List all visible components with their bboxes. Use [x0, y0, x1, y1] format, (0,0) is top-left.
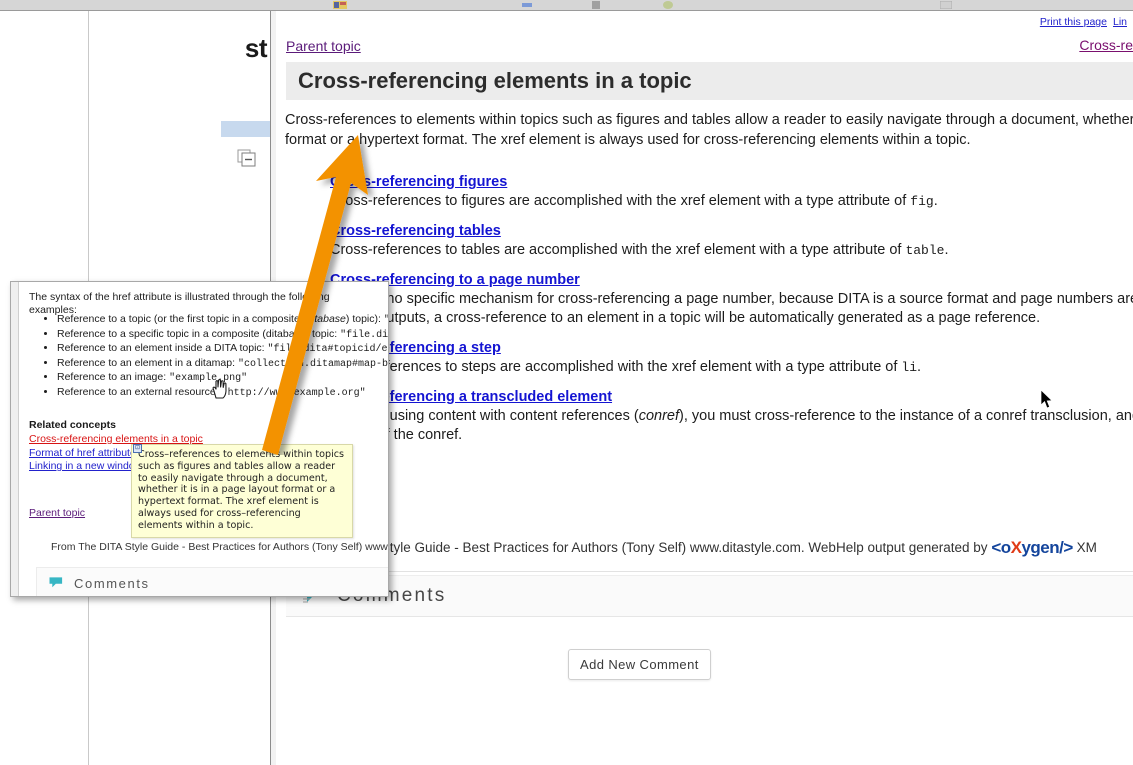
collapse-all-icon[interactable]: [237, 149, 257, 167]
subtopic-link-figures[interactable]: Cross-referencing figures: [330, 174, 507, 190]
bullet-text: Reference to an image:: [57, 371, 170, 383]
bullet-text: Reference to a topic (or the first topic…: [57, 313, 307, 325]
list-item: Reference to an element inside a DITA to…: [57, 342, 388, 357]
overlay-left-rail: [11, 282, 19, 596]
tree-selected-highlight[interactable]: [221, 121, 271, 137]
speech-bubble-icon: [49, 577, 63, 588]
oxygen-logo-part-2: X: [1010, 538, 1022, 557]
desc-text: There is no specific mechanism for cross…: [330, 291, 1133, 307]
screenshot-root: st Print this page Lin Cross-re Parent to…: [0, 0, 1133, 765]
page-title-bar: Cross-referencing elements in a topic: [286, 62, 1133, 100]
intro-paragraph: Cross-references to elements within topi…: [285, 110, 1133, 150]
subtopic-desc-transcluded: When re-using content with content refer…: [330, 407, 1133, 445]
subtopic-list: Cross-referencing figures Cross-referenc…: [285, 173, 1133, 456]
subtopic-item: Cross-referencing figures Cross-referenc…: [285, 173, 1133, 211]
page-icon[interactable]: [592, 1, 600, 9]
list-item: Reference to an element in a ditamap: "c…: [57, 356, 388, 372]
subtopic-link-tables[interactable]: Cross-referencing tables: [330, 223, 501, 239]
footer-text: From The DITA Style Guide - Best Practic…: [286, 540, 992, 555]
list-item: Reference to a topic (or the first topic…: [57, 313, 388, 328]
bullet-text: Reference to an element in a ditamap:: [57, 356, 238, 369]
desc-text: Cross-references to figures are accompli…: [330, 193, 911, 209]
print-this-page-link[interactable]: Print this page: [1040, 16, 1107, 28]
overlay-footer-text: From The DITA Style Guide - Best Practic…: [51, 541, 389, 553]
code-literal: li: [901, 360, 918, 375]
bullet-code: "collection.ditamap#map-bran: [237, 358, 388, 370]
subtopic-desc-step: Cross-references to steps are accomplish…: [330, 358, 1133, 377]
bullet-code: "file: [384, 315, 388, 326]
arrow-cursor: [1041, 390, 1053, 409]
utility-links: Print this page Lin: [1034, 16, 1127, 28]
hand-pointer-cursor: [212, 379, 227, 399]
bullet-text: Reference to a specific topic in a compo…: [57, 327, 341, 340]
window-icon[interactable]: [940, 1, 952, 9]
crossref-top-link[interactable]: Cross-re: [1079, 37, 1133, 53]
subtopic-item: Cross-referencing tables Cross-reference…: [285, 222, 1133, 260]
overlay-related-concepts-heading: Related concepts: [29, 419, 116, 431]
bullet-code: "file.dita#: [340, 329, 389, 341]
tooltip-anchor-icon: ⊡: [133, 444, 142, 453]
subtopic-desc-figures: Cross-references to figures are accompli…: [330, 192, 1133, 211]
subtopic-item: Cross-referencing a step Cross-reference…: [285, 339, 1133, 377]
page-footer: From The DITA Style Guide - Best Practic…: [286, 538, 1133, 572]
add-new-comment-button[interactable]: Add New Comment: [568, 649, 711, 680]
back-icon[interactable]: [522, 1, 532, 9]
bullet-code: "http://www.example.org": [221, 387, 366, 399]
list-item: Reference to a specific topic in a compo…: [57, 327, 389, 343]
desc-tail: .: [933, 193, 938, 209]
bullet-italic: ditabase: [306, 313, 346, 325]
bullet-code: "file.dita#topicid/elem: [267, 344, 388, 355]
oxygen-logo-part-3: ygen/>: [1021, 538, 1073, 557]
main-content-pane: Print this page Lin Cross-re Parent topic…: [276, 11, 1133, 765]
bullet-text2: ) topic):: [345, 313, 384, 325]
intro-line-2: format or a hypertext format. The xref e…: [285, 132, 971, 148]
globe-icon[interactable]: [663, 1, 673, 9]
bullet-code: "example.png": [169, 373, 248, 384]
subtopic-desc-tables: Cross-references to tables are accomplis…: [330, 241, 1133, 260]
desc-tail: .: [917, 359, 922, 375]
overlay-comments-bar: Comments: [36, 567, 388, 596]
oxygen-logo-part-1: <o: [991, 538, 1011, 557]
desc-tail: ), you must cross-reference to the insta…: [679, 408, 1133, 424]
subtopic-item: Cross-referencing a transcluded element …: [285, 388, 1133, 445]
bullet-text: Reference to an element inside a DITA to…: [57, 342, 268, 354]
tooltip-popup: Cross–references to elements within topi…: [131, 444, 353, 538]
overlay-screenshot-window[interactable]: The syntax of the href attribute is illu…: [10, 281, 389, 597]
desc-text: Cross-references to steps are accomplish…: [330, 359, 902, 375]
desc-line-2: In print outputs, a cross-reference to a…: [330, 310, 1041, 326]
code-literal: table: [905, 243, 945, 258]
page-title: Cross-referencing elements in a topic: [298, 68, 692, 93]
browser-toolbar-strip[interactable]: [0, 0, 1133, 11]
overlay-parent-topic-link[interactable]: Parent topic: [29, 507, 85, 519]
oxygen-logo: <oXygen/>: [991, 538, 1073, 557]
desc-text: Cross-references to tables are accomplis…: [330, 242, 906, 258]
link-to-this-page-link[interactable]: Lin: [1113, 16, 1127, 28]
footer-text-tail: XM: [1072, 540, 1097, 555]
bullet-text: Reference to an external resource:: [57, 385, 222, 398]
intro-line-1: Cross-references to elements within topi…: [285, 112, 1133, 128]
bookmark-icon[interactable]: [333, 1, 347, 9]
parent-topic-link[interactable]: Parent topic: [286, 38, 361, 54]
code-literal: fig: [910, 194, 934, 209]
subtopic-item: Cross-referencing to a page number There…: [285, 271, 1133, 328]
desc-tail: .: [944, 242, 949, 258]
subtopic-desc-page-number: There is no specific mechanism for cross…: [330, 290, 1133, 328]
partial-title-text: st: [244, 33, 268, 63]
comments-header-bar: Comments Anonymous [anonymous]: [286, 575, 1133, 617]
desc-italic: conref: [638, 408, 679, 424]
overlay-comments-title: Comments: [74, 575, 150, 591]
